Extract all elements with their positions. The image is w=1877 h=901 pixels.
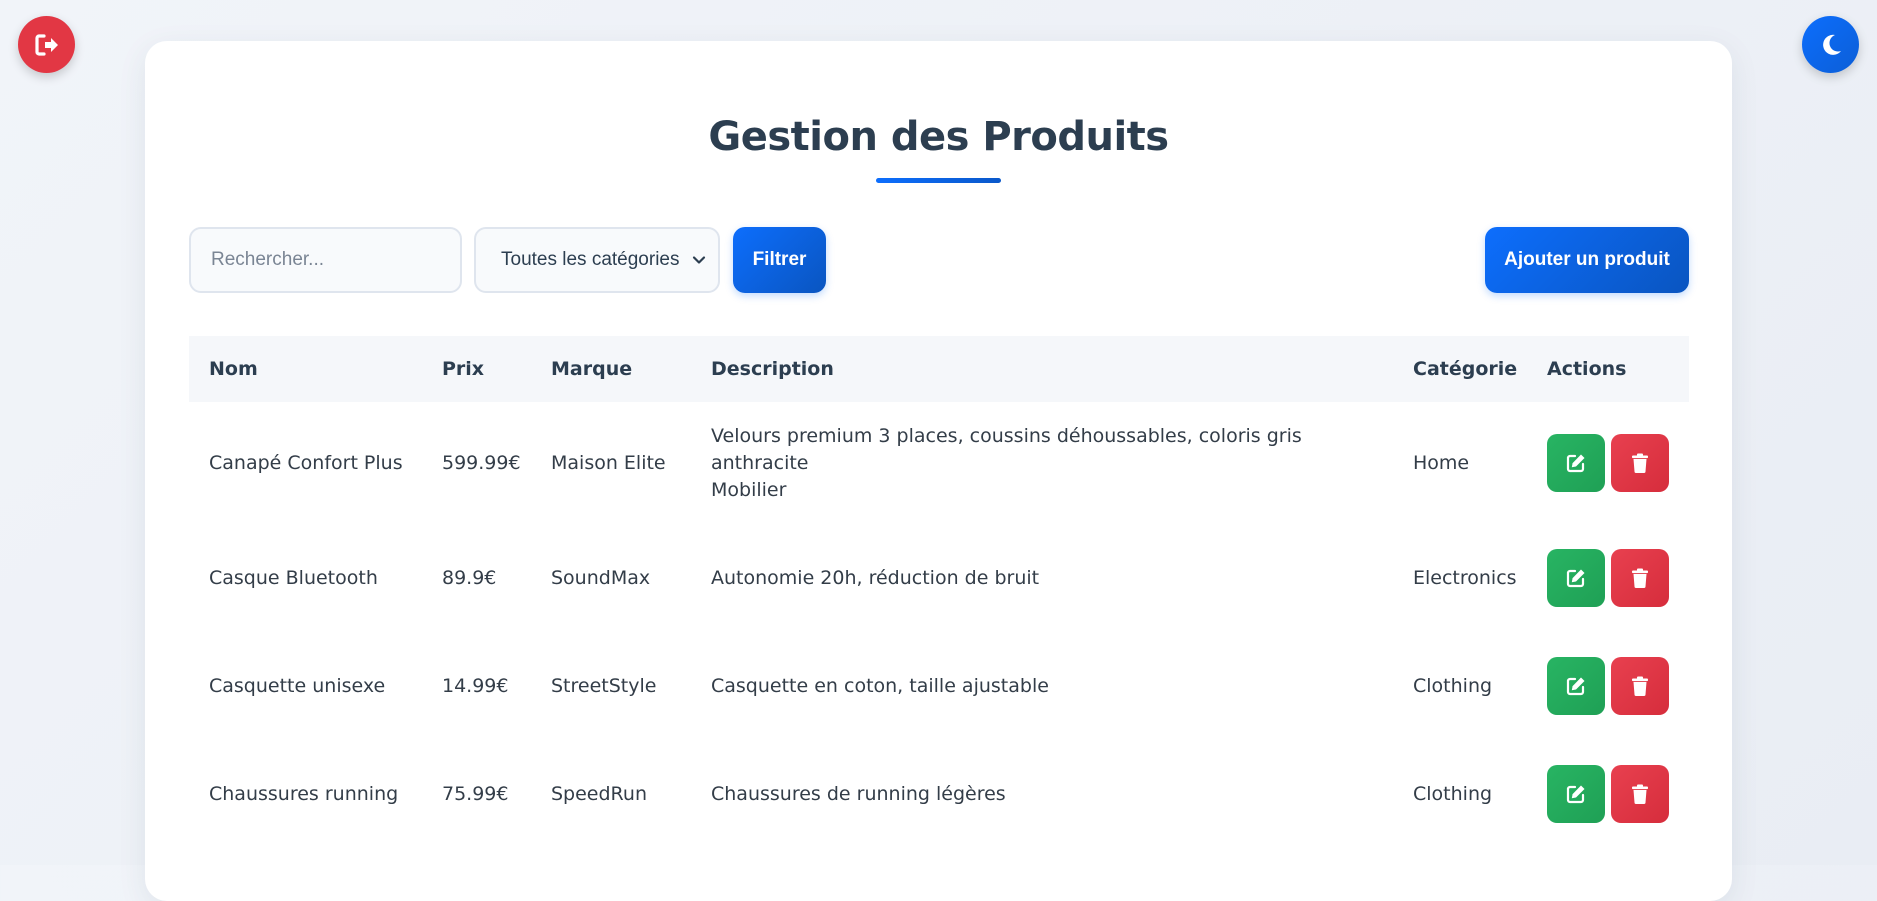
edit-button[interactable] xyxy=(1547,657,1605,715)
category-select-value: Toutes les catégories xyxy=(501,249,680,270)
cell-description: Velours premium 3 places, coussins déhou… xyxy=(691,423,1393,504)
cell-marque: SpeedRun xyxy=(551,783,647,805)
table-header: Nom Prix Marque Description Catégorie Ac… xyxy=(189,336,1689,402)
cell-actions xyxy=(1527,765,1689,823)
cell-description-line2: Mobilier xyxy=(711,478,787,501)
table-row: Canapé Confort Plus 599.99€ Maison Elite… xyxy=(189,402,1689,524)
moon-icon xyxy=(1822,34,1841,55)
cell-nom: Casque Bluetooth xyxy=(209,567,378,589)
cell-prix: 75.99€ xyxy=(442,783,509,805)
delete-button[interactable] xyxy=(1611,434,1669,492)
cell-categorie: Electronics xyxy=(1413,567,1517,589)
edit-button[interactable] xyxy=(1547,434,1605,492)
header-actions: Actions xyxy=(1547,358,1627,380)
cell-prix: 599.99€ xyxy=(442,452,521,474)
trash-icon xyxy=(1632,568,1648,588)
page-title: Gestion des Produits xyxy=(708,114,1169,160)
cell-description: Casquette en coton, taille ajustable xyxy=(711,674,1049,697)
edit-icon xyxy=(1566,454,1585,473)
table-row: Casque Bluetooth 89.9€ SoundMax Autonomi… xyxy=(189,524,1689,632)
chevron-down-icon xyxy=(692,253,706,267)
edit-icon xyxy=(1566,677,1585,696)
cell-prix: 14.99€ xyxy=(442,675,509,697)
cell-nom: Casquette unisexe xyxy=(209,675,386,697)
cell-actions xyxy=(1527,434,1689,492)
delete-button[interactable] xyxy=(1611,765,1669,823)
delete-button[interactable] xyxy=(1611,657,1669,715)
table-row: Chaussures running 75.99€ SpeedRun Chaus… xyxy=(189,740,1689,848)
cell-marque: Maison Elite xyxy=(551,452,666,474)
cell-actions xyxy=(1527,657,1689,715)
header-categorie: Catégorie xyxy=(1413,358,1518,380)
trash-icon xyxy=(1632,676,1648,696)
search-input[interactable] xyxy=(189,227,462,293)
cell-prix: 89.9€ xyxy=(442,567,497,589)
delete-button[interactable] xyxy=(1611,549,1669,607)
cell-categorie: Clothing xyxy=(1413,675,1493,697)
cell-nom: Canapé Confort Plus xyxy=(209,452,403,474)
theme-toggle-button[interactable] xyxy=(1802,16,1859,73)
header-marque: Marque xyxy=(551,358,633,380)
category-select[interactable]: Toutes les catégories xyxy=(474,227,720,293)
logout-button[interactable] xyxy=(18,16,75,73)
products-table: Nom Prix Marque Description Catégorie Ac… xyxy=(189,336,1689,848)
edit-icon xyxy=(1566,785,1585,804)
cell-description: Chaussures de running légères xyxy=(711,782,1006,805)
cell-nom: Chaussures running xyxy=(209,783,399,805)
cell-description: Autonomie 20h, réduction de bruit xyxy=(711,566,1040,589)
header-description: Description xyxy=(711,358,834,380)
table-row: Casquette unisexe 14.99€ StreetStyle Cas… xyxy=(189,632,1689,740)
cell-description-line1: Velours premium 3 places, coussins déhou… xyxy=(711,424,1302,474)
edit-button[interactable] xyxy=(1547,765,1605,823)
header-prix: Prix xyxy=(442,358,485,380)
title-underline xyxy=(876,178,1001,183)
products-card: Gestion des Produits Toutes les catégori… xyxy=(145,41,1732,901)
header-nom: Nom xyxy=(209,358,258,380)
cell-categorie: Clothing xyxy=(1413,783,1493,805)
cell-categorie: Home xyxy=(1413,452,1470,474)
filter-button[interactable]: Filtrer xyxy=(733,227,826,293)
cell-marque: StreetStyle xyxy=(551,675,657,697)
trash-icon xyxy=(1632,784,1648,804)
edit-icon xyxy=(1566,569,1585,588)
cell-actions xyxy=(1527,549,1689,607)
trash-icon xyxy=(1632,453,1648,473)
edit-button[interactable] xyxy=(1547,549,1605,607)
logout-icon xyxy=(34,33,58,56)
cell-marque: SoundMax xyxy=(551,567,651,589)
add-product-button[interactable]: Ajouter un produit xyxy=(1485,227,1689,293)
